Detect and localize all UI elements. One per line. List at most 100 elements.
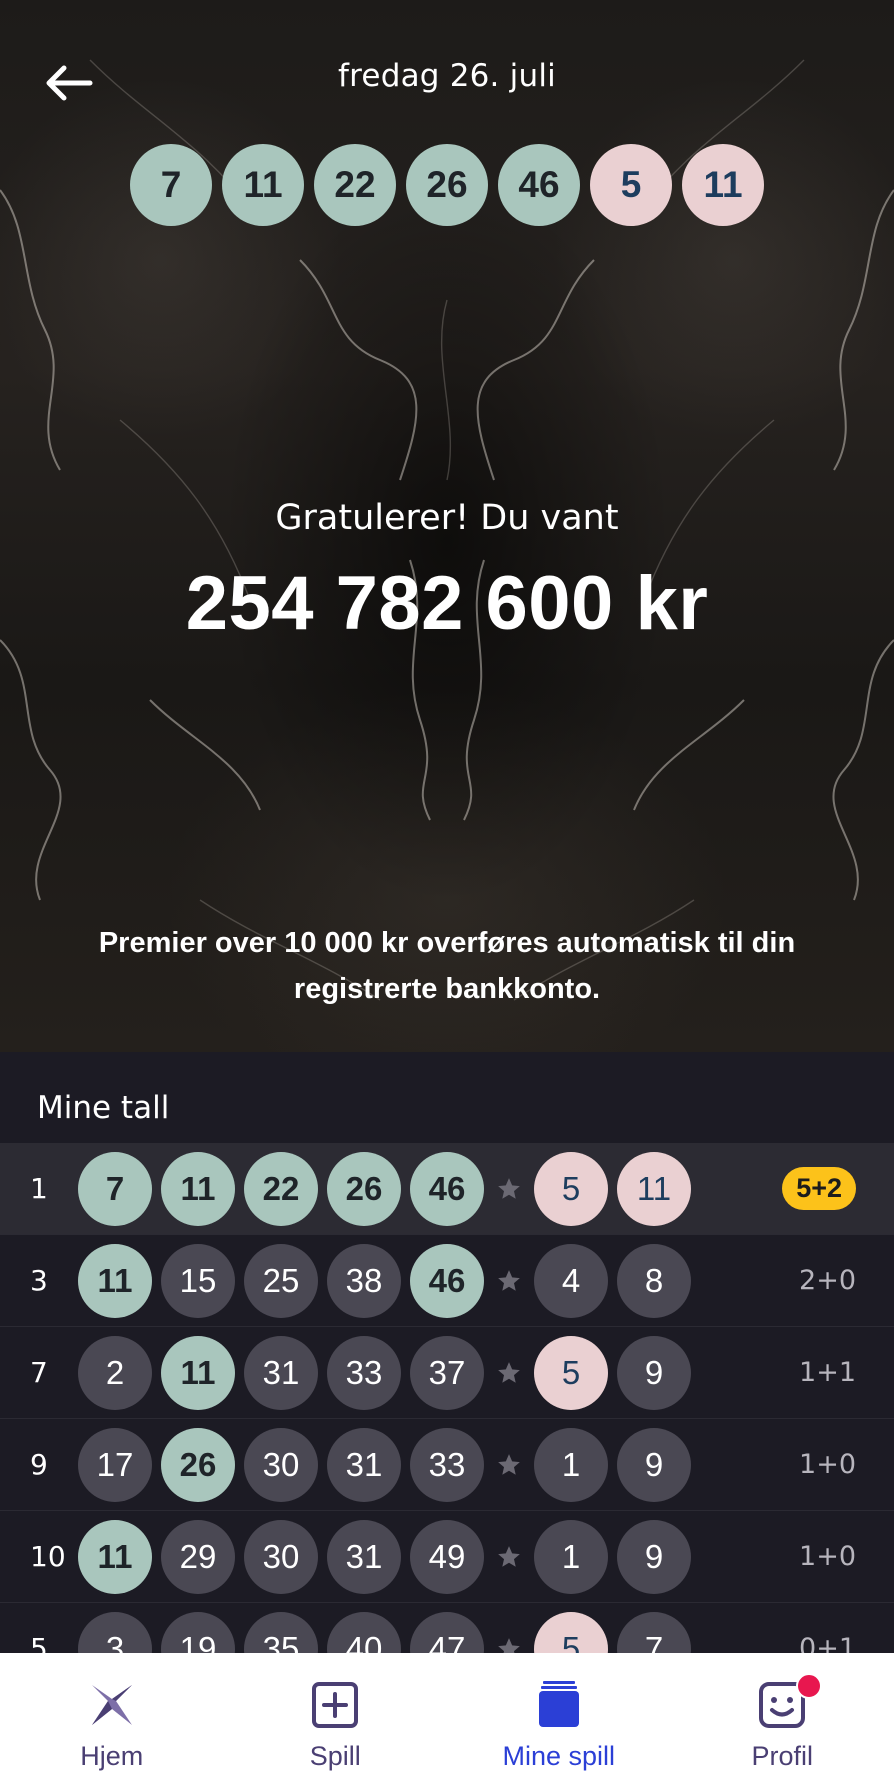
ticket-row[interactable]: 9 17 26 30 31 33 1 9 1+0 — [0, 1419, 894, 1511]
main-number-ball: 26 — [161, 1427, 235, 1502]
nav-label: Spill — [309, 1741, 361, 1771]
row-number: 5 — [30, 1632, 48, 1653]
main-number-ball: 15 — [161, 1243, 235, 1318]
star-number-ball: 8 — [617, 1243, 691, 1318]
main-number-ball: 33 — [327, 1335, 401, 1410]
home-x-logo-icon — [91, 1685, 132, 1725]
prize-amount: 254 782 600 kr — [185, 561, 709, 646]
star-icon — [495, 1359, 523, 1387]
row-balls: 3 19 35 40 47 5 7 — [78, 1611, 691, 1653]
hero-background: fredag 26. juli 7 11 22 26 46 5 11 Gratu… — [0, 0, 894, 1052]
nav-label: Mine spill — [502, 1741, 616, 1771]
match-result: 1+0 — [799, 1449, 856, 1480]
payout-note: Premier over 10 000 kr overføres automat… — [98, 927, 796, 1005]
drawn-main-ball: 11 — [222, 144, 304, 226]
star-icon — [495, 1635, 523, 1653]
star-icon — [495, 1267, 523, 1295]
drawn-main-ball: 26 — [406, 144, 488, 226]
main-number-ball: 2 — [78, 1335, 152, 1410]
nav-item-profil[interactable]: Profil — [671, 1653, 894, 1777]
my-numbers-list: 1 7 11 22 26 46 5 11 5+2 3 11 15 25 38 46 4 8 2+0 7 2 11 31 33… — [0, 1143, 894, 1653]
congrats-text: Gratulerer! Du vant — [275, 498, 619, 538]
main-number-ball: 37 — [410, 1335, 484, 1410]
main-number-ball: 31 — [327, 1519, 401, 1594]
main-number-ball: 46 — [410, 1243, 484, 1318]
drawn-numbers: 7 11 22 26 46 5 11 — [0, 144, 894, 226]
drawn-main-ball: 46 — [498, 144, 580, 226]
main-number-ball: 49 — [410, 1519, 484, 1594]
main-number-ball: 31 — [327, 1427, 401, 1502]
win-badge: 5+2 — [782, 1167, 856, 1210]
nav-label: Hjem — [80, 1741, 144, 1771]
star-number-ball: 1 — [534, 1427, 608, 1502]
row-balls: 7 11 22 26 46 5 11 — [78, 1151, 691, 1226]
row-number: 7 — [30, 1356, 48, 1389]
plus-square-icon — [312, 1682, 359, 1728]
main-number-ball: 19 — [161, 1611, 235, 1653]
star-icon — [495, 1543, 523, 1571]
star-icon — [495, 1451, 523, 1479]
main-number-ball: 11 — [161, 1335, 235, 1410]
match-result: 1+1 — [799, 1357, 856, 1388]
star-number-ball: 1 — [534, 1519, 608, 1594]
nav-label: Profil — [751, 1741, 813, 1771]
main-number-ball: 46 — [410, 1151, 484, 1226]
match-result: 1+0 — [799, 1541, 856, 1572]
main-number-ball: 31 — [244, 1335, 318, 1410]
star-number-ball: 9 — [617, 1519, 691, 1594]
match-result: 0+1 — [799, 1633, 856, 1653]
nav-item-hjem[interactable]: Hjem — [0, 1653, 224, 1777]
main-number-ball: 29 — [161, 1519, 235, 1594]
drawn-main-ball: 22 — [314, 144, 396, 226]
draw-date: fredag 26. juli — [338, 58, 556, 94]
main-number-ball: 11 — [78, 1243, 152, 1318]
star-number-ball: 5 — [534, 1611, 608, 1653]
main-number-ball: 25 — [244, 1243, 318, 1318]
row-balls: 11 29 30 31 49 1 9 — [78, 1519, 691, 1594]
ticket-row[interactable]: 3 11 15 25 38 46 4 8 2+0 — [0, 1235, 894, 1327]
row-balls: 2 11 31 33 37 5 9 — [78, 1335, 691, 1410]
row-number: 3 — [30, 1264, 48, 1297]
match-result: 2+0 — [799, 1265, 856, 1296]
ticket-row[interactable]: 7 2 11 31 33 37 5 9 1+1 — [0, 1327, 894, 1419]
main-number-ball: 40 — [327, 1611, 401, 1653]
star-number-ball: 4 — [534, 1243, 608, 1318]
star-icon — [495, 1175, 523, 1203]
drawn-star-ball: 5 — [590, 144, 672, 226]
drawn-star-ball: 11 — [682, 144, 764, 226]
main-number-ball: 30 — [244, 1427, 318, 1502]
main-number-ball: 11 — [161, 1151, 235, 1226]
my-numbers-title: Mine tall — [37, 1090, 170, 1126]
main-number-ball: 33 — [410, 1427, 484, 1502]
main-number-ball: 26 — [327, 1151, 401, 1226]
star-number-ball: 9 — [617, 1335, 691, 1410]
main-number-ball: 3 — [78, 1611, 152, 1653]
star-number-ball: 11 — [617, 1151, 691, 1226]
main-number-ball: 47 — [410, 1611, 484, 1653]
drawn-main-ball: 7 — [130, 144, 212, 226]
ticket-row[interactable]: 10 11 29 30 31 49 1 9 1+0 — [0, 1511, 894, 1603]
row-balls: 17 26 30 31 33 1 9 — [78, 1427, 691, 1502]
star-number-ball: 5 — [534, 1335, 608, 1410]
notification-dot — [796, 1673, 823, 1699]
tickets-stack-icon — [538, 1681, 579, 1727]
main-number-ball: 17 — [78, 1427, 152, 1502]
main-number-ball: 35 — [244, 1611, 318, 1653]
nav-item-mine-spill[interactable]: Mine spill — [447, 1653, 671, 1777]
row-balls: 11 15 25 38 46 4 8 — [78, 1243, 691, 1318]
main-number-ball: 38 — [327, 1243, 401, 1318]
ticket-row[interactable]: 5 3 19 35 40 47 5 7 0+1 — [0, 1603, 894, 1653]
row-number: 1 — [30, 1172, 48, 1205]
row-number: 10 — [30, 1540, 66, 1573]
star-number-ball: 9 — [617, 1427, 691, 1502]
main-number-ball: 11 — [78, 1519, 152, 1594]
main-number-ball: 30 — [244, 1519, 318, 1594]
ticket-row[interactable]: 1 7 11 22 26 46 5 11 5+2 — [0, 1143, 894, 1235]
main-number-ball: 7 — [78, 1151, 152, 1226]
star-number-ball: 7 — [617, 1611, 691, 1653]
main-number-ball: 22 — [244, 1151, 318, 1226]
nav-item-spill[interactable]: Spill — [224, 1653, 448, 1777]
star-number-ball: 5 — [534, 1151, 608, 1226]
bottom-navigation: Hjem Spill Mine spill Profil — [0, 1653, 894, 1777]
row-number: 9 — [30, 1448, 48, 1481]
